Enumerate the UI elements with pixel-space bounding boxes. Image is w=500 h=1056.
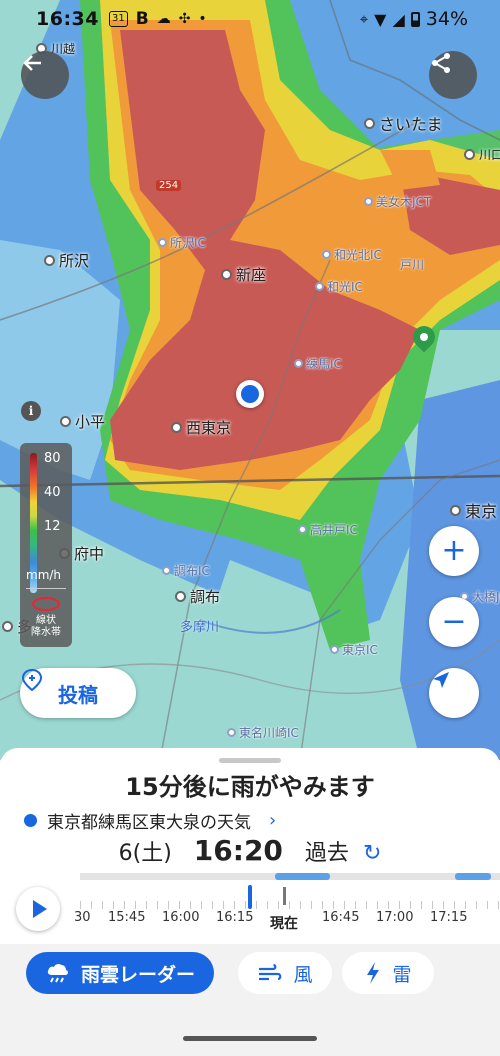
timeline-forecast-segment-2 <box>455 873 491 880</box>
chevron-right-icon: › <box>269 810 277 831</box>
share-button[interactable] <box>429 51 477 99</box>
zoom-in-icon: + <box>441 533 467 568</box>
lightning-icon <box>367 962 380 984</box>
timeline-label: 17:15 <box>430 910 468 925</box>
back-arrow-icon <box>23 55 41 71</box>
status-bar: 16:34 31 B ☁ ✣ • ⌖ ▼ ◢ 34% <box>0 0 500 38</box>
zoom-out-icon: − <box>441 604 467 639</box>
timeline-label: 16:15 <box>216 910 254 925</box>
legend-divider <box>26 588 66 589</box>
timeline-now-label: 現在 <box>270 916 298 932</box>
legend-tick-80: 80 <box>44 451 61 466</box>
legend-band-label: 線状 降水帯 <box>31 615 61 638</box>
b-notification-icon: B <box>135 9 149 29</box>
post-pin-icon <box>21 668 43 692</box>
rain-cloud-icon <box>47 963 68 983</box>
my-location-button[interactable] <box>429 668 479 718</box>
bottom-tabs: 雨雲レーダー 風 雷 <box>0 944 500 1056</box>
timeline-label: 16:45 <box>322 910 360 925</box>
play-button[interactable] <box>16 887 60 931</box>
calendar-icon: 31 <box>108 11 128 27</box>
place-tokyo: 東京 <box>450 498 497 522</box>
navigation-arrow-icon <box>433 672 449 688</box>
route-badge: 254 <box>156 180 182 191</box>
place-saitama: さいたま <box>364 111 443 135</box>
location-label: 東京都練馬区東大泉の天気 <box>47 813 251 833</box>
ic-tomei-kawasaki: 東名川崎IC <box>227 724 299 741</box>
now-marker <box>283 887 286 905</box>
tab-wind[interactable]: 風 <box>238 952 332 994</box>
place-chofu: 調布 <box>175 586 220 607</box>
selected-day: 6(土) <box>118 841 172 866</box>
timeline-label: 15:45 <box>108 910 146 925</box>
weather-icon: ☁ <box>156 11 171 27</box>
place-kodaira: 小平 <box>60 411 105 432</box>
tab-rain-radar[interactable]: 雨雲レーダー <box>26 952 214 994</box>
zoom-in-button[interactable]: + <box>429 526 479 576</box>
post-button[interactable]: 投稿 <box>20 668 136 718</box>
post-button-label: 投稿 <box>58 682 98 707</box>
drag-handle[interactable] <box>219 758 281 763</box>
location-dot-icon <box>24 814 37 827</box>
refresh-icon[interactable]: ↻ <box>363 841 381 866</box>
ic-wako: 和光IC <box>315 278 363 295</box>
place-tokorozawa: 所沢 <box>44 250 89 271</box>
location-link[interactable]: 東京都練馬区東大泉の天気 › <box>24 808 276 833</box>
timeline-label: 16:00 <box>162 910 200 925</box>
dot-icon: • <box>198 11 207 27</box>
legend-tick-40: 40 <box>44 485 61 500</box>
back-button[interactable] <box>21 51 69 99</box>
ic-bijogi-jct: 美女木JCT <box>364 193 431 210</box>
timeline-slider[interactable]: 30 15:45 16:00 16:15 現在 16:45 17:00 17:1… <box>74 873 500 943</box>
rain-forecast-headline: 15分後に雨がやみます <box>125 773 375 801</box>
radar-map[interactable]: 所沢 新座 小平 西東京 府中 調布 さいたま 東京 多 川越 川口 所沢IC … <box>0 0 500 760</box>
timeline-ticks <box>80 901 500 909</box>
forecast-panel: 15分後に雨がやみます 東京都練馬区東大泉の天気 › 6(土) 16:20 過去… <box>0 748 500 1056</box>
tab-lightning-label: 雷 <box>392 963 412 986</box>
battery-icon <box>410 11 420 27</box>
rain-legend[interactable]: 80 40 12 mm/h 線状 降水帯 <box>20 443 72 647</box>
timeline-label: 30 <box>74 910 91 925</box>
info-icon[interactable]: i <box>21 401 41 421</box>
zoom-out-button[interactable]: − <box>429 597 479 647</box>
ic-chofu: 調布IC <box>162 562 210 579</box>
wind-icon <box>259 963 282 981</box>
place-kawaguchi: 川口 <box>464 146 500 163</box>
linear-rain-band-icon <box>32 597 60 611</box>
play-icon <box>33 900 47 918</box>
selected-time-row: 6(土) 16:20 過去 ↻ <box>0 834 500 867</box>
timeline-cursor[interactable] <box>248 885 252 909</box>
ic-takaido: 高井戸IC <box>298 521 358 538</box>
signal-icon: ◢ <box>392 9 405 29</box>
ic-nerima: 練馬IC <box>294 355 342 372</box>
share-icon <box>432 53 450 73</box>
ic-wakokita: 和光北IC <box>322 246 382 263</box>
time-mode-label: 過去 <box>304 841 349 866</box>
battery-percent: 34% <box>425 8 468 30</box>
river-label: 多摩川 <box>180 620 220 635</box>
ic-tokyo: 東京IC <box>330 641 378 658</box>
legend-tick-12: 12 <box>44 519 61 534</box>
place-nishitokyo: 西東京 <box>171 417 231 438</box>
place-niiza: 新座 <box>221 264 266 285</box>
ic-togawa: 戸川 <box>400 258 425 272</box>
tab-wind-label: 風 <box>293 963 313 986</box>
status-time: 16:34 <box>36 8 99 30</box>
wifi-icon: ▼ <box>374 9 387 29</box>
timeline-forecast-segment <box>275 873 330 880</box>
timeline-label: 17:00 <box>376 910 414 925</box>
current-location-dot <box>236 380 264 408</box>
tab-lightning[interactable]: 雷 <box>342 952 434 994</box>
fan-icon: ✣ <box>178 11 191 27</box>
legend-unit: mm/h <box>26 568 62 582</box>
gesture-nav-bar[interactable] <box>183 1036 317 1041</box>
selected-time: 16:20 <box>193 834 283 867</box>
ic-tokorozawa: 所沢IC <box>158 234 206 251</box>
location-status-icon: ⌖ <box>359 10 369 28</box>
tab-rain-radar-label: 雨雲レーダー <box>80 963 195 986</box>
